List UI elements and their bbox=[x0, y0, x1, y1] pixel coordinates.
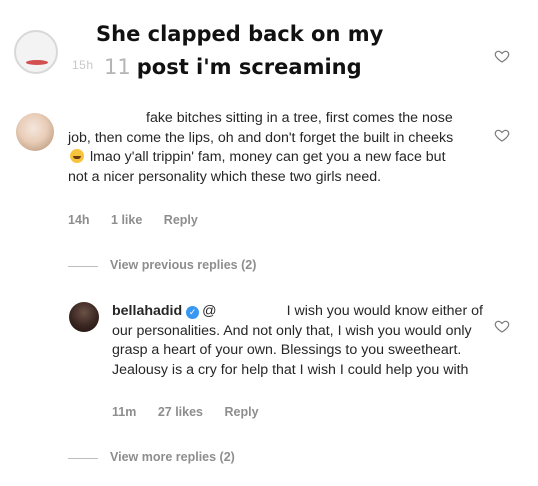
verified-badge-icon: ✓ bbox=[186, 306, 200, 319]
reply-text: bellahadid ✓ @ I wish you would know either… bbox=[112, 302, 492, 380]
comment-avatar[interactable] bbox=[16, 113, 54, 151]
comment-meta: 14h 1 like Reply bbox=[68, 213, 216, 227]
comment-likes[interactable]: 1 like bbox=[111, 213, 142, 227]
comment-text-part1: fake bitches sitting in a tree, first co… bbox=[68, 110, 454, 146]
overlay-faded-tick: 11 bbox=[104, 55, 131, 79]
comment-reply-button[interactable]: Reply bbox=[164, 213, 198, 227]
comment-text-part2: lmao y'all trippin' fam, money can get y… bbox=[68, 149, 446, 185]
top-comment-avatar[interactable] bbox=[14, 30, 58, 74]
reply-meta: 11m 27 likes Reply bbox=[112, 405, 277, 419]
divider-line bbox=[68, 266, 98, 267]
view-more-replies-button[interactable]: View more replies (2) bbox=[110, 450, 235, 464]
top-comment-meta: 15h bbox=[72, 58, 94, 72]
comment-time: 14h bbox=[68, 213, 90, 227]
avatar-image-detail bbox=[26, 60, 48, 65]
overlay-caption-text: post i'm screaming bbox=[136, 55, 362, 79]
reply-username[interactable]: bellahadid bbox=[112, 303, 182, 319]
reply-likes[interactable]: 27 likes bbox=[158, 405, 203, 419]
like-heart-icon[interactable] bbox=[494, 127, 510, 143]
divider-line bbox=[68, 458, 98, 459]
laughing-tears-emoji-icon bbox=[70, 149, 84, 163]
overlay-caption-line-2: 11 post i'm screaming bbox=[104, 55, 362, 79]
like-heart-icon[interactable] bbox=[494, 48, 510, 64]
reply-mention[interactable]: @ bbox=[202, 303, 216, 319]
view-previous-replies-button[interactable]: View previous replies (2) bbox=[110, 258, 256, 272]
overlay-caption-line-1: She clapped back on my bbox=[96, 22, 384, 46]
comment-text: fake bitches sitting in a tree, first co… bbox=[68, 109, 468, 187]
reply-time: 11m bbox=[112, 405, 137, 419]
like-heart-icon[interactable] bbox=[494, 318, 510, 334]
reply-avatar[interactable] bbox=[69, 302, 99, 332]
reply-reply-button[interactable]: Reply bbox=[225, 405, 259, 419]
